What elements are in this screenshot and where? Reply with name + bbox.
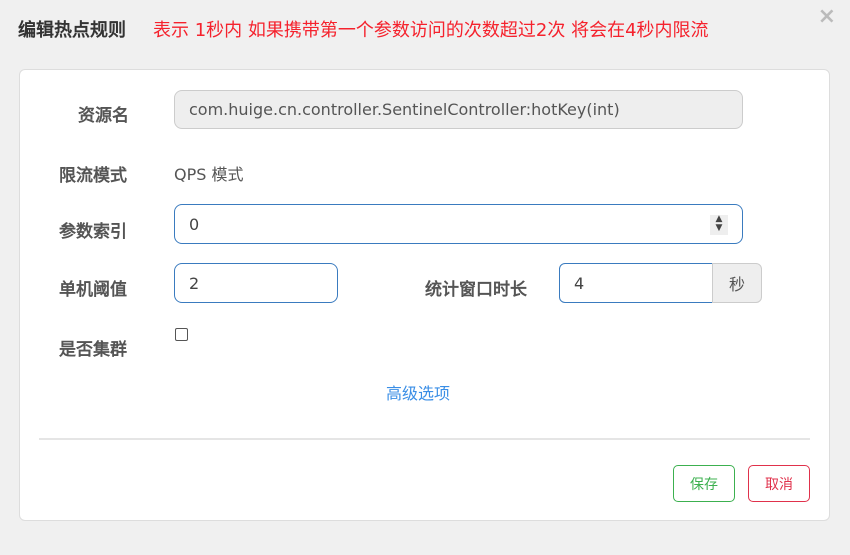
divider	[39, 438, 810, 440]
mode-label: 限流模式	[59, 166, 127, 186]
window-input[interactable]: 4	[559, 263, 713, 303]
param-index-label: 参数索引	[59, 222, 127, 242]
close-icon[interactable]: ×	[818, 4, 836, 29]
resource-label: 资源名	[78, 106, 129, 126]
mode-value: QPS 模式	[174, 165, 244, 184]
save-button[interactable]: 保存	[673, 465, 735, 502]
window-unit: 秒	[712, 263, 762, 303]
cancel-button[interactable]: 取消	[748, 465, 810, 502]
cluster-label: 是否集群	[59, 340, 127, 360]
dialog-title: 编辑热点规则	[18, 20, 126, 41]
threshold-label: 单机阈值	[59, 280, 127, 300]
spinner-icon[interactable]: ▲ ▼	[710, 215, 728, 235]
window-label: 统计窗口时长	[425, 280, 527, 300]
param-index-input[interactable]: 0 ▲ ▼	[174, 204, 743, 244]
advanced-options-link[interactable]: 高级选项	[386, 380, 450, 404]
cluster-checkbox[interactable]	[175, 328, 188, 341]
param-index-value: 0	[189, 214, 200, 234]
resource-input: com.huige.cn.controller.SentinelControll…	[174, 90, 743, 129]
dialog-hint: 表示 1秒内 如果携带第一个参数访问的次数超过2次 将会在4秒内限流	[153, 20, 709, 41]
form-panel: 资源名 com.huige.cn.controller.SentinelCont…	[19, 69, 830, 521]
threshold-input[interactable]: 2	[174, 263, 338, 303]
